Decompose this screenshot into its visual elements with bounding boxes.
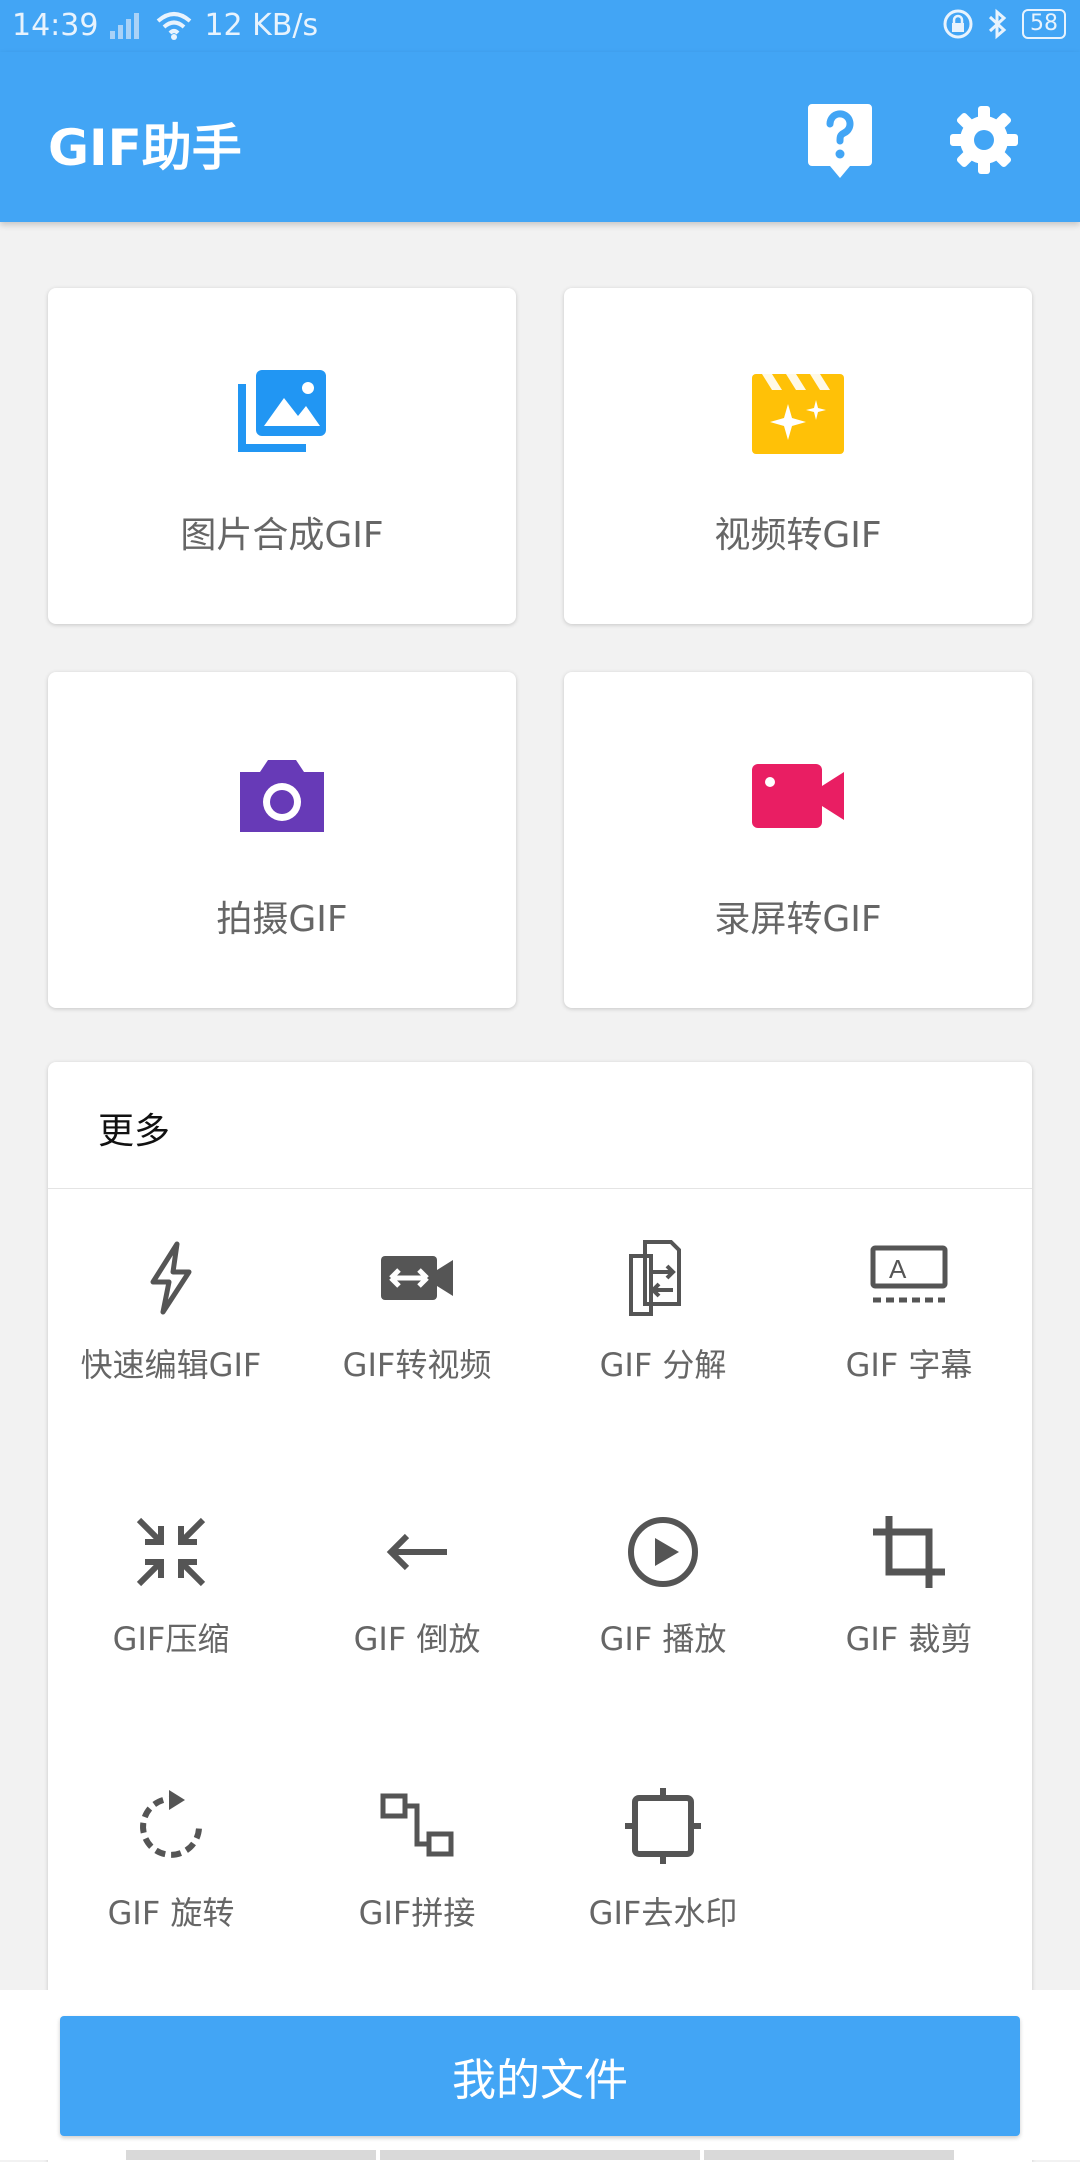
settings-gear-icon[interactable] — [948, 104, 1020, 176]
card-label: 拍摄GIF — [216, 899, 348, 940]
app-bar: GIF助手 — [0, 52, 1080, 222]
card-video-to-gif[interactable]: 视频转GIF — [564, 288, 1032, 624]
my-files-button[interactable]: 我的文件 — [60, 2016, 1020, 2136]
play-circle-icon — [628, 1517, 698, 1587]
video-sparkle-icon — [752, 374, 844, 454]
tool-quick-edit[interactable]: 快速编辑GIF — [48, 1188, 294, 1462]
video-convert-icon — [381, 1256, 453, 1300]
image-collection-icon — [238, 370, 326, 452]
help-icon[interactable] — [806, 100, 874, 180]
tool-gif-play[interactable]: GIF 播放 — [540, 1462, 786, 1736]
tool-gif-split[interactable]: GIF 分解 — [540, 1188, 786, 1462]
card-label: 录屏转GIF — [714, 899, 882, 940]
lock-rotation-icon — [943, 9, 973, 39]
flash-icon — [150, 1241, 192, 1315]
join-icon — [380, 1793, 454, 1857]
more-title: 更多 — [98, 1111, 171, 1152]
arrow-left-icon — [386, 1533, 447, 1571]
card-label: 视频转GIF — [714, 515, 882, 556]
tool-gif-to-video[interactable]: GIF转视频 — [294, 1188, 540, 1462]
tool-gif-join[interactable]: GIF拼接 — [294, 1736, 540, 2010]
card-shoot-gif[interactable]: 拍摄GIF — [48, 672, 516, 1008]
crop-icon — [873, 1516, 945, 1588]
nav-hint-bar — [126, 2150, 376, 2160]
status-bar: 14:39 12 KB/s 58 — [0, 0, 1080, 52]
bluetooth-icon — [988, 8, 1007, 40]
tool-gif-reverse[interactable]: GIF 倒放 — [294, 1462, 540, 1736]
nav-hint-bar — [704, 2150, 954, 2160]
tool-gif-rotate[interactable]: GIF 旋转 — [48, 1736, 294, 2010]
compress-icon — [136, 1517, 206, 1587]
signal-icon — [110, 12, 140, 39]
tool-gif-compress[interactable]: GIF压缩 — [48, 1462, 294, 1736]
camera-icon — [240, 760, 324, 832]
svg-text:A: A — [889, 1254, 907, 1284]
card-images-to-gif[interactable]: 图片合成GIF — [48, 288, 516, 624]
network-speed: 12 KB/s — [204, 8, 319, 43]
tool-gif-subtitle[interactable]: A GIF 字幕 — [786, 1188, 1032, 1462]
card-label: 图片合成GIF — [180, 515, 384, 556]
more-header: 更多 — [48, 1062, 1032, 1189]
select-area-icon — [625, 1788, 701, 1864]
split-frames-icon — [629, 1240, 681, 1316]
tool-gif-crop[interactable]: GIF 裁剪 — [786, 1462, 1032, 1736]
status-time: 14:39 — [12, 8, 99, 43]
app-title: GIF助手 — [48, 119, 242, 177]
rotate-icon — [140, 1790, 202, 1858]
battery-indicator: 58 — [1022, 9, 1066, 39]
video-camera-icon — [752, 764, 844, 828]
card-screen-record-to-gif[interactable]: 录屏转GIF — [564, 672, 1032, 1008]
nav-hint-bar — [380, 2150, 700, 2160]
wifi-icon — [157, 11, 192, 40]
tool-gif-remove-watermark[interactable]: GIF去水印 — [540, 1736, 786, 2010]
subtitle-icon: A — [870, 1245, 948, 1303]
